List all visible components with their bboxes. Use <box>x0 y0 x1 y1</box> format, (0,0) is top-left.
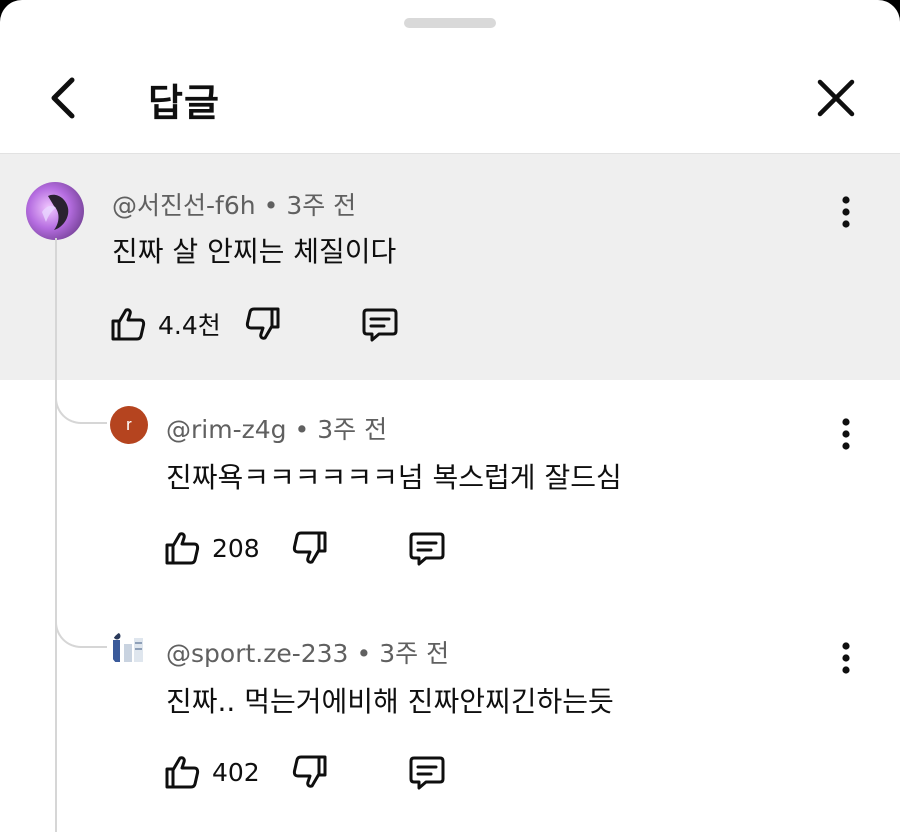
separator-dot: • <box>263 191 279 220</box>
like-count: 402 <box>212 757 260 787</box>
back-button[interactable] <box>36 70 92 126</box>
more-vertical-icon <box>842 196 850 228</box>
like-button[interactable]: 4.4천 <box>108 304 221 344</box>
avatar-image <box>113 632 143 662</box>
comment-meta: @sport.ze-233 • 3주 전 <box>166 634 449 670</box>
thumbs-down-icon <box>292 755 327 788</box>
like-button[interactable]: 208 <box>162 528 260 568</box>
comment-meta: @rim-z4g • 3주 전 <box>166 410 387 446</box>
separator-dot: • <box>294 415 310 444</box>
more-vertical-icon <box>842 418 850 450</box>
like-count: 208 <box>212 533 260 563</box>
reply-comment: @sport.ze-233 • 3주 전 진짜.. 먹는거에비해 진짜안찌긴하는듯 … <box>0 604 900 832</box>
reply-icon <box>362 308 398 342</box>
dislike-button[interactable] <box>290 528 330 568</box>
dislike-button[interactable] <box>243 304 283 344</box>
close-icon <box>817 79 855 117</box>
more-vertical-icon <box>842 642 850 674</box>
reply-icon <box>409 532 445 566</box>
drag-handle[interactable] <box>404 18 496 28</box>
more-button[interactable] <box>826 410 866 458</box>
more-button[interactable] <box>826 634 866 682</box>
author-name[interactable]: @sport.ze-233 <box>166 639 348 668</box>
comment-time: 3주 전 <box>317 415 388 444</box>
avatar[interactable] <box>26 182 84 240</box>
dislike-button[interactable] <box>290 752 330 792</box>
reply-button[interactable] <box>359 303 401 345</box>
reply-icon <box>409 756 445 790</box>
comment-text: 진짜 살 안찌는 체질이다 <box>112 235 397 268</box>
like-count: 4.4천 <box>158 311 221 340</box>
reply-button[interactable] <box>406 527 448 569</box>
reply-button[interactable] <box>406 751 448 793</box>
avatar-image <box>26 182 84 240</box>
chevron-left-icon <box>51 77 75 119</box>
reply-comment: r @rim-z4g • 3주 전 진짜욕ㅋㅋㅋㅋㅋㅋ넘 복스럽게 잘드심 208 <box>0 380 900 604</box>
comment-actions: 402 <box>162 747 448 797</box>
comment-meta: @서진선-f6h • 3주 전 <box>112 186 356 222</box>
page-title: 답글 <box>148 81 220 125</box>
separator-dot: • <box>356 639 372 668</box>
thumbs-up-icon <box>111 308 146 341</box>
comment-actions: 208 <box>162 523 448 573</box>
comment-actions: 4.4천 <box>108 299 401 349</box>
thumbs-down-icon <box>245 307 280 340</box>
replies-sheet: 답글 @서진선-f6h • 3주 전 진짜 살 안찌는 체질이다 4.4천 r … <box>0 0 900 832</box>
comment-text: 진짜욕ㅋㅋㅋㅋㅋㅋ넘 복스럽게 잘드심 <box>166 461 622 494</box>
close-button[interactable] <box>808 70 864 126</box>
avatar[interactable] <box>110 630 148 668</box>
parent-comment: @서진선-f6h • 3주 전 진짜 살 안찌는 체질이다 4.4천 <box>0 154 900 380</box>
avatar[interactable]: r <box>110 406 148 444</box>
comment-time: 3주 전 <box>379 639 450 668</box>
author-name[interactable]: @rim-z4g <box>166 415 287 444</box>
thumbs-up-icon <box>165 532 200 565</box>
author-name[interactable]: @서진선-f6h <box>112 191 256 220</box>
comment-time: 3주 전 <box>286 191 357 220</box>
header: 답글 <box>0 40 900 154</box>
like-button[interactable]: 402 <box>162 752 260 792</box>
comment-text: 진짜.. 먹는거에비해 진짜안찌긴하는듯 <box>166 685 614 718</box>
avatar-letter: r <box>126 415 132 434</box>
thumbs-down-icon <box>292 531 327 564</box>
more-button[interactable] <box>826 188 866 236</box>
thumbs-up-icon <box>165 756 200 789</box>
